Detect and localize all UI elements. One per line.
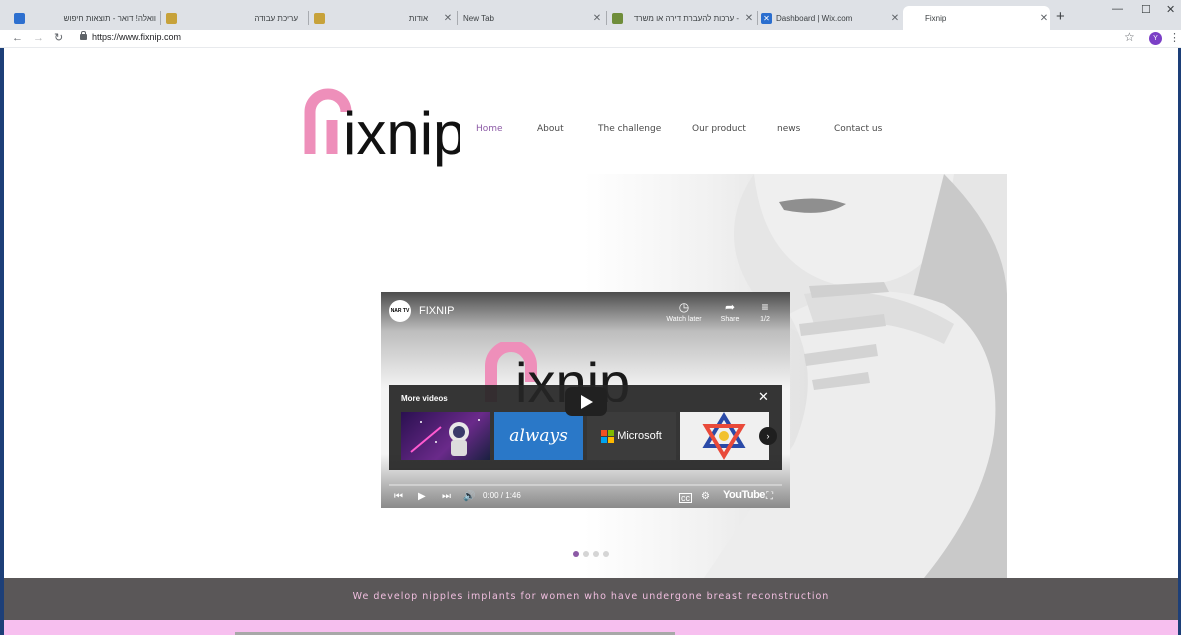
tab-strip: וואלה! דואר - תוצאות חיפוש עריכת עבודה א… bbox=[0, 0, 1181, 30]
site-favicon-icon bbox=[314, 12, 325, 24]
fixnip-logo[interactable]: ixnip bbox=[300, 84, 466, 174]
slide-dot-4[interactable] bbox=[603, 551, 609, 557]
close-tab-icon[interactable]: ✕ bbox=[442, 13, 454, 24]
video-title[interactable]: FIXNIP bbox=[419, 305, 454, 317]
share-icon: ➦ bbox=[724, 300, 736, 314]
youtube-logo[interactable]: YouTube bbox=[723, 489, 765, 501]
site-favicon-icon bbox=[612, 12, 623, 24]
back-icon[interactable]: ← bbox=[12, 30, 23, 46]
nav-our-product[interactable]: Our product bbox=[692, 124, 746, 134]
forward-icon[interactable]: → bbox=[33, 30, 44, 46]
close-tab-icon[interactable]: ✕ bbox=[1038, 13, 1050, 24]
astronaut-icon bbox=[410, 419, 480, 456]
tab-title: אודות bbox=[408, 13, 428, 23]
microsoft-logo-icon bbox=[601, 429, 615, 443]
lock-icon bbox=[80, 31, 87, 40]
nav-contact-us[interactable]: Contact us bbox=[834, 124, 882, 134]
close-more-videos-icon[interactable]: ✕ bbox=[758, 389, 769, 405]
tab-fixnip[interactable]: Fixnip ✕ bbox=[903, 6, 1050, 30]
site-favicon-icon bbox=[166, 12, 177, 24]
close-tab-icon[interactable]: ✕ bbox=[743, 13, 755, 24]
play-icon[interactable]: ▶ bbox=[418, 490, 426, 504]
tab-moving-kits[interactable]: ערכות להעברת דירה או משרד - ✕ bbox=[612, 6, 755, 30]
browser-toolbar: ← → ↻ https://www.fixnip.com ☆ Y ⋮ bbox=[0, 30, 1181, 48]
watch-later-button[interactable]: ◷ Watch later bbox=[664, 300, 704, 323]
play-button-icon[interactable] bbox=[565, 387, 607, 416]
walla-favicon-icon bbox=[14, 12, 25, 24]
playlist-icon: ≡ bbox=[761, 300, 769, 314]
nav-the-challenge[interactable]: The challenge bbox=[598, 124, 661, 134]
tab-title: Fixnip bbox=[925, 13, 947, 23]
playlist-button[interactable]: ≡ 1/2 bbox=[745, 300, 785, 323]
profile-avatar[interactable]: Y bbox=[1149, 32, 1162, 45]
share-label: Share bbox=[720, 316, 740, 323]
thumbnail-star-video[interactable] bbox=[680, 412, 769, 460]
microsoft-text: Microsoft bbox=[617, 430, 662, 442]
watch-later-label: Watch later bbox=[666, 316, 702, 323]
maximize-icon[interactable]: ☐ bbox=[1141, 3, 1151, 16]
youtube-player[interactable]: ixnip NAR TV FIXNIP ◷ Watch later ➦ Shar… bbox=[381, 292, 790, 508]
clock-icon: ◷ bbox=[678, 300, 690, 314]
slide-dot-1[interactable] bbox=[573, 551, 579, 557]
video-time: 0:00 / 1:46 bbox=[483, 491, 521, 500]
nav-home[interactable]: Home bbox=[476, 124, 503, 134]
tab-title: וואלה! דואר - תוצאות חיפוש bbox=[63, 13, 156, 23]
wix-favicon-icon: ✕ bbox=[761, 12, 772, 24]
tab-title: Dashboard | Wix.com bbox=[776, 13, 853, 23]
fullscreen-icon[interactable]: ⛶ bbox=[766, 490, 773, 504]
tab-edit-work[interactable]: עריכת עבודה bbox=[166, 6, 304, 30]
nav-news[interactable]: news bbox=[777, 124, 800, 134]
next-icon[interactable]: ⏭ bbox=[442, 490, 451, 504]
share-button[interactable]: ➦ Share bbox=[710, 300, 750, 323]
tab-wix-dashboard[interactable]: ✕ Dashboard | Wix.com ✕ bbox=[761, 6, 901, 30]
volume-icon[interactable]: 🔊 bbox=[463, 490, 475, 504]
tab-about[interactable]: אודות ✕ bbox=[314, 6, 454, 30]
minimize-icon[interactable]: — bbox=[1112, 3, 1123, 15]
tab-title: עריכת עבודה bbox=[254, 13, 298, 23]
close-tab-icon[interactable]: ✕ bbox=[889, 13, 901, 24]
tab-walla-mail[interactable]: וואלה! דואר - תוצאות חיפוש bbox=[14, 6, 162, 30]
address-bar[interactable]: https://www.fixnip.com bbox=[92, 32, 181, 42]
always-logo-text: always bbox=[509, 426, 568, 446]
tagline-text: We develop nipples implants for women wh… bbox=[352, 591, 830, 602]
progress-bar[interactable] bbox=[389, 484, 782, 486]
nav-about[interactable]: About bbox=[537, 124, 564, 134]
tab-new-tab[interactable]: New Tab ✕ bbox=[463, 6, 603, 30]
star-of-david-icon bbox=[702, 412, 746, 460]
thumbnail-space-video[interactable] bbox=[401, 412, 490, 460]
close-tab-icon[interactable]: ✕ bbox=[591, 13, 603, 24]
slide-dot-2[interactable] bbox=[583, 551, 589, 557]
thumbnail-always-video[interactable]: always bbox=[494, 412, 583, 460]
new-tab-button[interactable]: + bbox=[1056, 8, 1065, 25]
left-window-border bbox=[0, 48, 4, 635]
window-close-icon[interactable]: ✕ bbox=[1166, 3, 1175, 16]
reload-icon[interactable]: ↻ bbox=[54, 30, 63, 46]
next-videos-icon[interactable]: › bbox=[759, 427, 777, 445]
tab-title: ערכות להעברת דירה או משרד - bbox=[633, 13, 739, 23]
more-videos-title: More videos bbox=[401, 394, 448, 403]
bookmark-star-icon[interactable]: ☆ bbox=[1124, 30, 1135, 44]
tagline-band: We develop nipples implants for women wh… bbox=[4, 578, 1178, 620]
logo-text: ixnip bbox=[343, 100, 460, 167]
playlist-position: 1/2 bbox=[760, 316, 770, 323]
captions-icon[interactable]: cc bbox=[679, 493, 692, 503]
previous-icon[interactable]: ⏮ bbox=[394, 490, 403, 504]
slide-dot-3[interactable] bbox=[593, 551, 599, 557]
settings-gear-icon[interactable]: ⚙ bbox=[701, 490, 710, 504]
thumbnail-microsoft-video[interactable]: Microsoft bbox=[587, 412, 676, 460]
chrome-menu-icon[interactable]: ⋮ bbox=[1169, 31, 1180, 44]
channel-avatar[interactable]: NAR TV bbox=[389, 300, 411, 322]
tab-title: New Tab bbox=[463, 13, 494, 23]
